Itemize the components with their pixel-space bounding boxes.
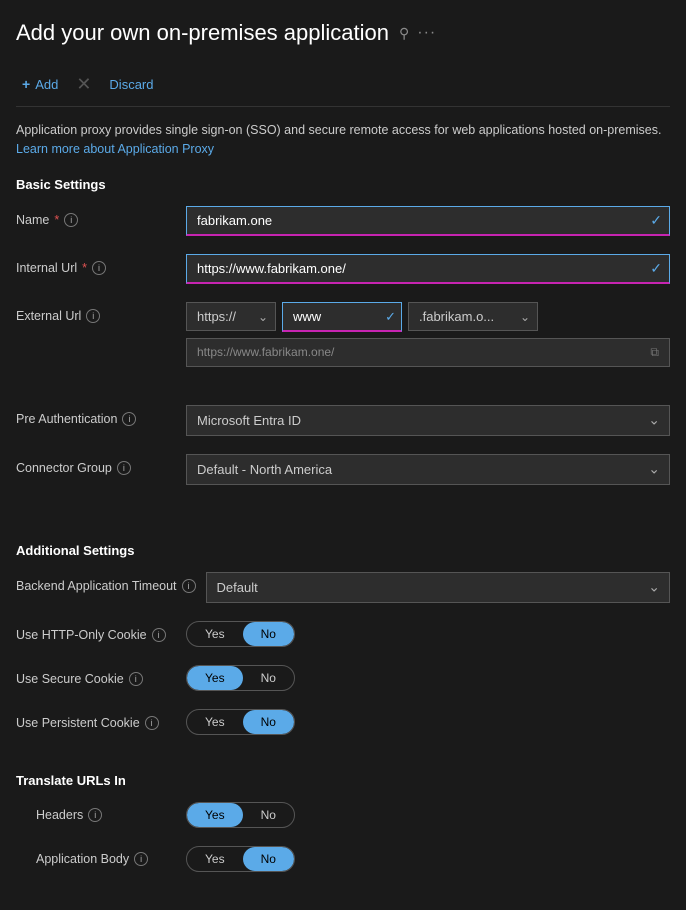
- persistent-cookie-toggle: Yes No: [186, 709, 295, 735]
- plus-icon: +: [22, 76, 30, 92]
- app-body-toggle: Yes No: [186, 846, 295, 872]
- external-url-domain-select[interactable]: .fabrikam.o...: [408, 302, 538, 331]
- persistent-cookie-label: Use Persistent Cookie i: [16, 709, 176, 730]
- secure-cookie-no-btn[interactable]: No: [243, 666, 294, 690]
- app-body-yes-btn[interactable]: Yes: [187, 847, 243, 871]
- secure-cookie-info-icon[interactable]: i: [129, 672, 143, 686]
- external-url-info-icon[interactable]: i: [86, 309, 100, 323]
- secure-cookie-yes-btn[interactable]: Yes: [187, 666, 243, 690]
- http-only-toggle: Yes No: [186, 621, 295, 647]
- add-button[interactable]: + Add: [16, 72, 64, 96]
- internal-url-info-icon[interactable]: i: [92, 261, 106, 275]
- headers-yes-btn[interactable]: Yes: [187, 803, 243, 827]
- copy-icon[interactable]: ⧉: [650, 345, 659, 360]
- connector-group-label: Connector Group i: [16, 454, 176, 475]
- backend-timeout-row: Backend Application Timeout i Default Lo…: [16, 572, 670, 603]
- ellipsis-icon[interactable]: ···: [417, 24, 436, 42]
- pre-auth-select[interactable]: Microsoft Entra ID Passthrough: [186, 405, 670, 436]
- internal-url-checkmark: ✓: [650, 260, 662, 277]
- internal-url-row: Internal Url * i ✓: [16, 254, 670, 284]
- external-url-protocol-select[interactable]: https:// http://: [186, 302, 276, 331]
- headers-row: Headers i Yes No: [16, 802, 670, 828]
- external-url-subdomain-input[interactable]: [282, 302, 402, 332]
- backend-timeout-info-icon[interactable]: i: [182, 579, 196, 593]
- pre-auth-label: Pre Authentication i: [16, 405, 176, 426]
- persistent-cookie-info-icon[interactable]: i: [145, 716, 159, 730]
- page-title: Add your own on-premises application ⚲ ·…: [16, 20, 670, 46]
- pin-icon[interactable]: ⚲: [399, 25, 409, 42]
- basic-settings-title: Basic Settings: [16, 177, 670, 192]
- external-url-label: External Url i: [16, 302, 176, 323]
- headers-label: Headers i: [36, 808, 176, 822]
- persistent-cookie-yes-btn[interactable]: Yes: [187, 710, 243, 734]
- pre-auth-info-icon[interactable]: i: [122, 412, 136, 426]
- additional-settings-title: Additional Settings: [16, 543, 670, 558]
- subdomain-checkmark: ✓: [385, 309, 396, 325]
- connector-group-row: Connector Group i Default - North Americ…: [16, 454, 670, 485]
- app-body-info-icon[interactable]: i: [134, 852, 148, 866]
- secure-cookie-toggle: Yes No: [186, 665, 295, 691]
- http-only-cookie-row: Use HTTP-Only Cookie i Yes No: [16, 621, 670, 647]
- persistent-cookie-row: Use Persistent Cookie i Yes No: [16, 709, 670, 735]
- app-body-no-btn[interactable]: No: [243, 847, 294, 871]
- http-only-info-icon[interactable]: i: [152, 628, 166, 642]
- headers-no-btn[interactable]: No: [243, 803, 294, 827]
- secure-cookie-label: Use Secure Cookie i: [16, 665, 176, 686]
- http-only-yes-btn[interactable]: Yes: [187, 622, 243, 646]
- name-input[interactable]: [186, 206, 670, 236]
- learn-more-link[interactable]: Learn more about Application Proxy: [16, 142, 214, 156]
- connector-group-info-icon[interactable]: i: [117, 461, 131, 475]
- toolbar: + Add ✕ Discard: [16, 62, 670, 107]
- translate-urls-title: Translate URLs In: [16, 773, 670, 788]
- discard-button[interactable]: Discard: [103, 73, 159, 96]
- http-only-label: Use HTTP-Only Cookie i: [16, 621, 176, 642]
- name-row: Name * i ✓: [16, 206, 670, 236]
- app-body-row: Application Body i Yes No: [16, 846, 670, 872]
- persistent-cookie-no-btn[interactable]: No: [243, 710, 294, 734]
- pre-auth-row: Pre Authentication i Microsoft Entra ID …: [16, 405, 670, 436]
- internal-url-label: Internal Url * i: [16, 254, 176, 275]
- info-banner: Application proxy provides single sign-o…: [16, 121, 670, 159]
- name-checkmark: ✓: [650, 212, 662, 229]
- headers-info-icon[interactable]: i: [88, 808, 102, 822]
- name-label: Name * i: [16, 206, 176, 227]
- connector-group-select[interactable]: Default - North America: [186, 454, 670, 485]
- internal-url-input[interactable]: [186, 254, 670, 284]
- backend-timeout-select[interactable]: Default Long: [206, 572, 670, 603]
- external-url-display: https://www.fabrikam.one/ ⧉: [186, 338, 670, 367]
- app-body-label: Application Body i: [36, 852, 176, 866]
- name-info-icon[interactable]: i: [64, 213, 78, 227]
- toolbar-divider: ✕: [76, 74, 91, 95]
- secure-cookie-row: Use Secure Cookie i Yes No: [16, 665, 670, 691]
- backend-timeout-label: Backend Application Timeout i: [16, 572, 196, 593]
- headers-toggle: Yes No: [186, 802, 295, 828]
- http-only-no-btn[interactable]: No: [243, 622, 294, 646]
- external-url-row: External Url i https:// http:// ✓: [16, 302, 670, 367]
